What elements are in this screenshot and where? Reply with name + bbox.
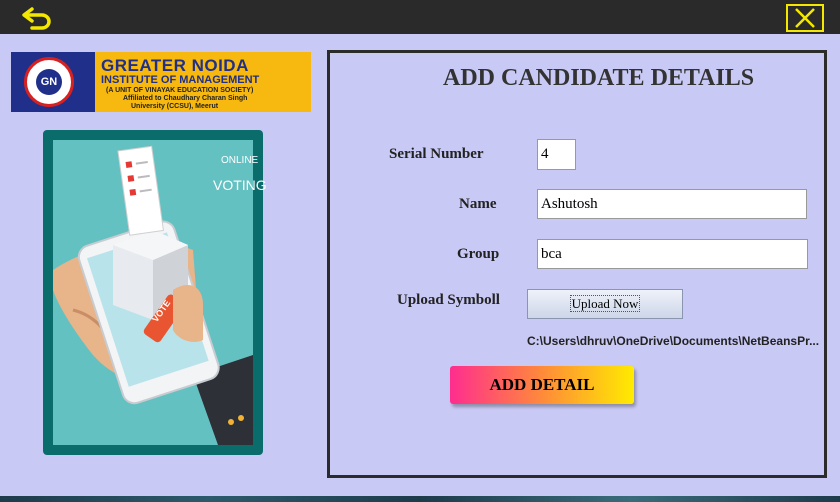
group-label: Group xyxy=(457,246,500,262)
name-label: Name xyxy=(459,196,497,212)
logo-society-line: (A UNIT OF VINAYAK EDUCATION SOCIETY) xyxy=(106,87,254,94)
form-title: ADD CANDIDATE DETAILS xyxy=(443,65,755,91)
add-detail-button[interactable]: ADD DETAIL xyxy=(450,366,634,404)
title-bar xyxy=(0,0,840,34)
selected-file-path: C:\Users\dhruv\OneDrive\Documents\NetBea… xyxy=(527,334,820,348)
name-input[interactable] xyxy=(537,189,807,219)
college-logo: GN GREATER NOIDA INSTITUTE OF MANAGEMENT… xyxy=(11,52,311,112)
serial-number-input[interactable] xyxy=(537,139,576,170)
emblem-initials: GN xyxy=(36,69,62,95)
upload-now-label: Upload Now xyxy=(569,295,641,312)
logo-affiliation-line: Affiliated to Chaudhary Charan Singh xyxy=(123,95,248,102)
back-button[interactable] xyxy=(22,4,56,30)
undo-arrow-icon xyxy=(22,7,51,30)
taskbar-edge xyxy=(0,496,840,502)
logo-university-line: University (CCSU), Meerut xyxy=(131,103,219,110)
close-x-icon xyxy=(795,8,815,28)
online-voting-illustration: VOTE ONLINE VOTING xyxy=(43,130,267,455)
logo-subtitle: INSTITUTE OF MANAGEMENT xyxy=(101,74,260,86)
logo-title: GREATER NOIDA xyxy=(101,56,249,75)
upload-now-button[interactable]: Upload Now xyxy=(527,289,683,319)
voting-label: VOTING xyxy=(213,177,267,193)
logo-emblem: GN xyxy=(11,52,95,112)
group-input[interactable] xyxy=(537,239,808,269)
serial-number-label: Serial Number xyxy=(389,146,484,162)
emblem-ring: GN xyxy=(24,57,74,107)
upload-symbol-label: Upload Symboll xyxy=(397,292,500,308)
online-label: ONLINE xyxy=(221,155,259,166)
close-button[interactable] xyxy=(786,4,824,32)
